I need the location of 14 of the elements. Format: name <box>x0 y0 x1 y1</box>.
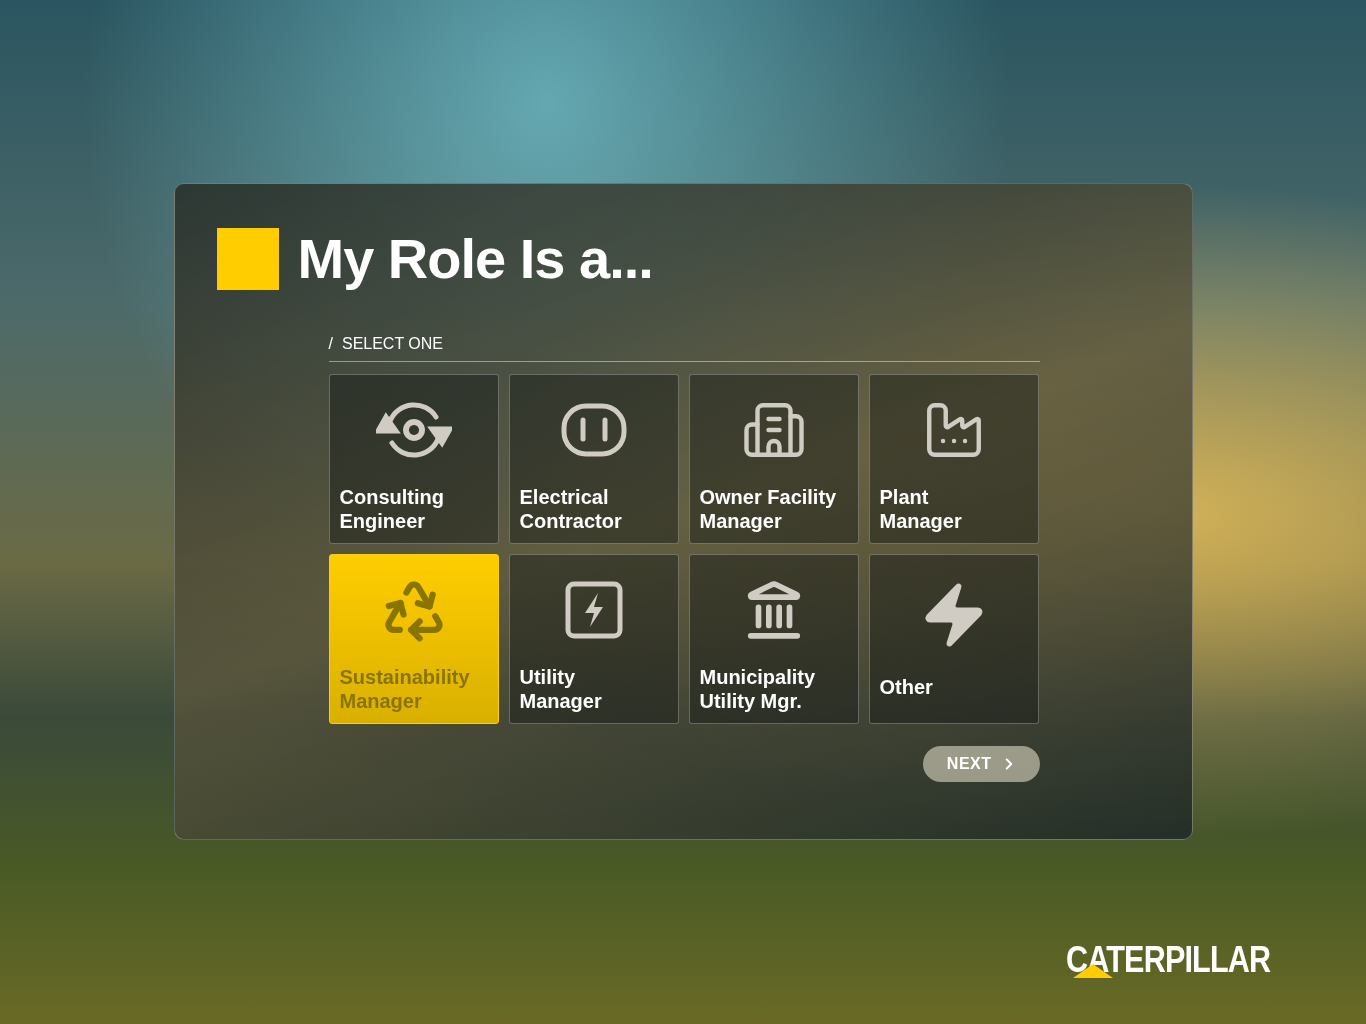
role-tile[interactable]: Municipality Utility Mgr. <box>688 554 859 724</box>
brand-square <box>216 227 279 290</box>
zap-square-icon <box>564 581 623 639</box>
brand-logo: CATERPILLAR <box>1065 942 1272 978</box>
role-tile[interactable]: Utility Manager <box>508 554 679 724</box>
role-tile[interactable]: Electrical Contractor <box>508 374 679 544</box>
slash-mark: / <box>328 335 333 353</box>
role-tile[interactable]: Other <box>868 554 1039 724</box>
role-tile[interactable]: Owner Facility Manager <box>688 374 859 544</box>
section-label: SELECT ONE <box>341 335 444 353</box>
page-title: My Role Is a... <box>297 226 653 291</box>
role-tile[interactable]: Plant Manager <box>868 374 1039 544</box>
outlet-icon <box>560 403 627 457</box>
role-tile[interactable]: Consulting Engineer <box>328 374 499 544</box>
